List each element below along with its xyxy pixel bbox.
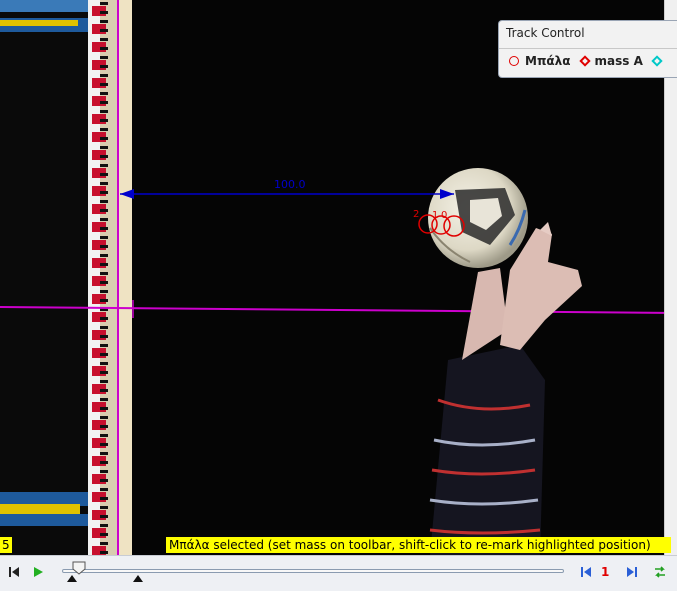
loop-icon bbox=[655, 566, 665, 578]
track-item-mass-a[interactable]: mass A bbox=[578, 53, 643, 68]
status-message: Μπάλα selected (set mass on toolbar, shi… bbox=[166, 537, 671, 553]
track-name: mass A bbox=[594, 53, 643, 68]
left-apparatus bbox=[0, 0, 88, 555]
hands-arm bbox=[429, 222, 582, 555]
measuring-board bbox=[88, 0, 132, 555]
diamond-icon[interactable] bbox=[651, 54, 663, 67]
player-toolbar: 1 bbox=[0, 555, 677, 591]
diamond-icon bbox=[578, 54, 591, 67]
play-button[interactable] bbox=[30, 564, 46, 580]
video-view[interactable]: 100.0 2 1 0 bbox=[0, 0, 677, 555]
start-marker-icon[interactable] bbox=[67, 575, 77, 583]
vertical-scrollbar[interactable] bbox=[664, 0, 677, 555]
step-back-icon bbox=[581, 567, 591, 577]
video-frame: 100.0 2 1 0 bbox=[0, 0, 677, 555]
play-icon bbox=[34, 567, 43, 577]
track-name: Μπάλα bbox=[525, 53, 571, 68]
calibration-tape[interactable]: 100.0 bbox=[120, 178, 454, 199]
skip-back-icon bbox=[9, 567, 19, 577]
point-label-2: 2 bbox=[413, 209, 419, 220]
step-back-button[interactable] bbox=[578, 564, 594, 580]
track-control-panel[interactable]: Track Control Μπάλα mass A bbox=[498, 20, 677, 78]
end-marker-icon[interactable] bbox=[133, 575, 143, 583]
frame-badge: 5 bbox=[0, 537, 12, 553]
track-control-title: Track Control bbox=[506, 26, 585, 40]
step-forward-button[interactable] bbox=[624, 564, 640, 580]
track-item-ball[interactable]: Μπάλα bbox=[509, 54, 571, 68]
go-to-start-button[interactable] bbox=[6, 564, 22, 580]
loop-button[interactable] bbox=[652, 564, 668, 580]
track-list: Μπάλα mass A bbox=[499, 48, 677, 72]
frame-step-size[interactable]: 1 bbox=[601, 565, 609, 579]
point-label-0: 0 bbox=[441, 210, 447, 221]
point-label-1: 1 bbox=[432, 210, 438, 221]
frame-slider-thumb[interactable] bbox=[72, 561, 86, 575]
step-forward-icon bbox=[627, 567, 637, 577]
calibration-label: 100.0 bbox=[274, 178, 306, 191]
circle-icon bbox=[509, 55, 519, 66]
frame-slider-track[interactable] bbox=[62, 569, 564, 573]
